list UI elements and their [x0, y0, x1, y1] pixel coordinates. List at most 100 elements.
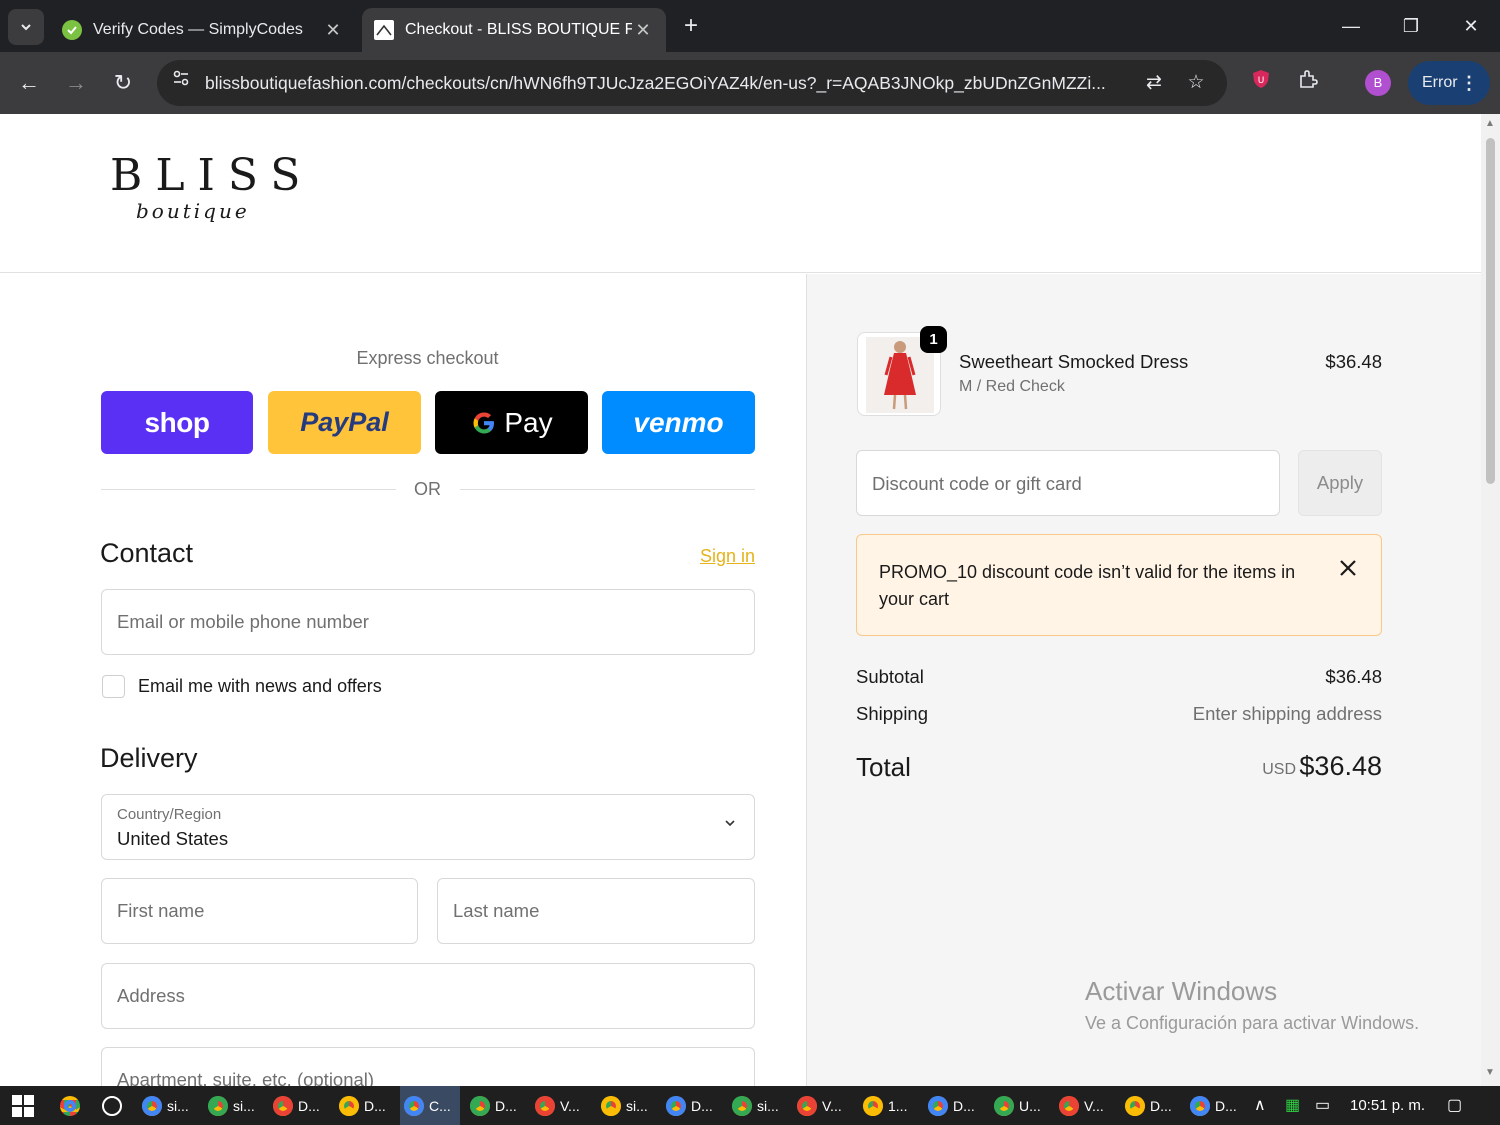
reload-icon[interactable]: ↻ — [107, 67, 139, 99]
restore-icon[interactable]: ❐ — [1386, 10, 1436, 42]
shipping-label: Shipping — [856, 703, 929, 724]
taskbar-window-label: si... — [626, 1097, 648, 1114]
logo-subtext: boutique — [136, 199, 250, 223]
taskbar-window-button[interactable]: si... — [204, 1086, 264, 1125]
chrome-icon — [535, 1095, 555, 1116]
email-field[interactable]: Email or mobile phone number — [101, 589, 755, 655]
taskbar-window-button[interactable]: si... — [728, 1086, 788, 1125]
taskbar-window-button[interactable]: si... — [597, 1086, 657, 1125]
taskbar-window-button[interactable]: D... — [335, 1086, 395, 1125]
google-pay-button[interactable]: Pay — [435, 391, 588, 454]
last-name-field[interactable]: Last name — [437, 878, 755, 944]
network-icon[interactable]: ▭ — [1315, 1095, 1330, 1115]
taskbar-window-label: D... — [1150, 1097, 1172, 1114]
sign-in-link[interactable]: Sign in — [660, 546, 755, 567]
close-window-icon[interactable]: ✕ — [1446, 10, 1496, 42]
taskbar-window-button[interactable]: D... — [924, 1086, 984, 1125]
taskbar-window-button[interactable]: V... — [531, 1086, 591, 1125]
tab-checkout[interactable]: Checkout - BLISS BOUTIQUE FASHION ✕ — [362, 8, 666, 52]
minimize-icon[interactable]: — — [1326, 10, 1376, 42]
browser-toolbar: ← → ↻ blissboutiquefashion.com/checkouts… — [0, 52, 1500, 114]
paypal-button[interactable]: PayPal — [268, 391, 421, 454]
taskbar-window-button[interactable]: C... — [400, 1086, 460, 1125]
venmo-button[interactable]: venmo — [602, 391, 755, 454]
tab-simplycodes[interactable]: Verify Codes — SimplyCodes ✕ — [50, 8, 356, 52]
bookmark-star-icon[interactable]: ☆ — [1182, 69, 1210, 97]
google-pay-label: Pay — [504, 406, 553, 438]
google-g-icon — [473, 412, 495, 433]
tab-close-icon[interactable]: ✕ — [632, 20, 654, 41]
page-scrollbar[interactable]: ▲ ▼ — [1481, 114, 1500, 1086]
scroll-down-icon[interactable]: ▼ — [1485, 1067, 1495, 1078]
taskbar-window-label: D... — [691, 1097, 713, 1114]
taskbar-window-button[interactable]: D... — [1186, 1086, 1246, 1125]
total-label: Total — [856, 752, 911, 782]
taskbar-window-button[interactable]: D... — [1121, 1086, 1181, 1125]
taskbar-whatsapp-pinned[interactable] — [98, 1086, 127, 1125]
taskbar-window-button[interactable]: D... — [269, 1086, 329, 1125]
taskbar-window-label: si... — [757, 1097, 779, 1114]
site-info-icon[interactable] — [167, 69, 195, 97]
chevron-down-icon — [21, 24, 31, 31]
notifications-icon[interactable]: ▢ — [1447, 1095, 1462, 1115]
taskbar-window-button[interactable]: U... — [990, 1086, 1050, 1125]
country-label: Country/Region — [117, 806, 222, 823]
back-icon[interactable]: ← — [13, 67, 45, 99]
product-variant: M / Red Check — [959, 378, 1065, 395]
url-text[interactable]: blissboutiquefashion.com/checkouts/cn/hW… — [205, 60, 1135, 106]
windows-start-icon[interactable] — [12, 1095, 34, 1117]
ublock-icon[interactable]: U — [1245, 67, 1277, 99]
svg-text:U: U — [1258, 76, 1265, 86]
chrome-icon — [142, 1095, 162, 1116]
taskbar-window-button[interactable]: V... — [1055, 1086, 1115, 1125]
tray-app-icon[interactable]: ▦ — [1285, 1095, 1300, 1115]
taskbar-window-button[interactable]: si... — [138, 1086, 198, 1125]
chrome-icon — [1125, 1095, 1145, 1116]
translate-icon[interactable]: ⇄ — [1140, 69, 1168, 97]
apartment-field[interactable]: Apartment, suite, etc. (optional) — [101, 1047, 755, 1086]
chrome-icon — [797, 1095, 817, 1116]
store-logo[interactable]: BLISS boutique — [110, 150, 300, 240]
apply-button[interactable]: Apply — [1298, 450, 1382, 516]
subtotal-value: $36.48 — [1325, 666, 1382, 687]
taskbar-window-button[interactable]: 1... — [859, 1086, 919, 1125]
discount-placeholder: Discount code or gift card — [872, 473, 1082, 494]
taskbar-window-button[interactable]: D... — [466, 1086, 526, 1125]
discount-code-input[interactable]: Discount code or gift card — [856, 450, 1280, 516]
taskbar-window-button[interactable]: V... — [793, 1086, 853, 1125]
chrome-icon — [928, 1095, 948, 1116]
tab-search-button[interactable] — [8, 9, 44, 45]
forward-icon[interactable]: → — [60, 67, 92, 99]
scrollbar-thumb[interactable] — [1486, 138, 1495, 484]
chrome-icon — [470, 1095, 490, 1116]
country-select[interactable]: Country/Region United States — [101, 794, 755, 860]
chevron-down-icon — [725, 820, 735, 827]
contact-heading: Contact — [100, 538, 194, 568]
taskbar-window-button[interactable]: D... — [662, 1086, 722, 1125]
profile-avatar[interactable]: B — [1365, 70, 1391, 96]
shop-pay-button[interactable]: shop — [101, 391, 253, 454]
tab-title: Checkout - BLISS BOUTIQUE FASHION — [405, 21, 632, 38]
more-menu-icon[interactable]: ⋮ — [1460, 61, 1478, 105]
close-alert-icon[interactable] — [1337, 557, 1359, 579]
total-currency: USD — [1262, 761, 1296, 778]
error-button[interactable]: Error ⋮ — [1408, 61, 1490, 105]
chrome-icon — [666, 1095, 686, 1116]
newsletter-checkbox[interactable] — [102, 675, 125, 698]
tray-expand-icon[interactable]: ∧ — [1254, 1095, 1266, 1115]
extensions-puzzle-icon[interactable] — [1292, 67, 1324, 99]
address-field[interactable]: Address — [101, 963, 755, 1029]
address-bar[interactable]: blissboutiquefashion.com/checkouts/cn/hW… — [157, 60, 1227, 106]
new-tab-icon[interactable]: + — [678, 14, 704, 40]
last-name-placeholder: Last name — [453, 900, 540, 921]
alert-message: PROMO_10 discount code isn’t valid for t… — [879, 562, 1296, 609]
tab-close-icon[interactable]: ✕ — [322, 20, 344, 41]
taskbar-chrome-pinned[interactable] — [56, 1086, 85, 1125]
newsletter-label[interactable]: Email me with news and offers — [138, 676, 382, 697]
logo-brand-text: BLISS — [110, 150, 314, 201]
taskbar-clock[interactable]: 10:51 p. m. — [1350, 1097, 1425, 1114]
first-name-field[interactable]: First name — [101, 878, 418, 944]
chrome-icon — [863, 1095, 883, 1116]
scroll-up-icon[interactable]: ▲ — [1485, 118, 1495, 129]
checkout-page: BLISS boutique Express checkout shop Pay… — [0, 114, 1481, 1086]
